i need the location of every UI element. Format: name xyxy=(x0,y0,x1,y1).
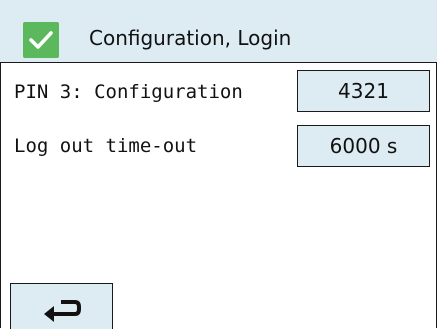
back-button[interactable] xyxy=(10,283,113,329)
check-icon xyxy=(23,22,59,58)
pin-configuration-field[interactable]: 4321 xyxy=(297,70,430,112)
pin-configuration-label: PIN 3: Configuration xyxy=(14,81,243,103)
page-title: Configuration, Login xyxy=(89,26,292,50)
logout-timeout-label: Log out time-out xyxy=(14,135,198,157)
return-arrow-icon xyxy=(44,300,81,322)
logout-timeout-field[interactable]: 6000 s xyxy=(297,125,430,167)
header-bar: Configuration, Login xyxy=(0,0,437,63)
